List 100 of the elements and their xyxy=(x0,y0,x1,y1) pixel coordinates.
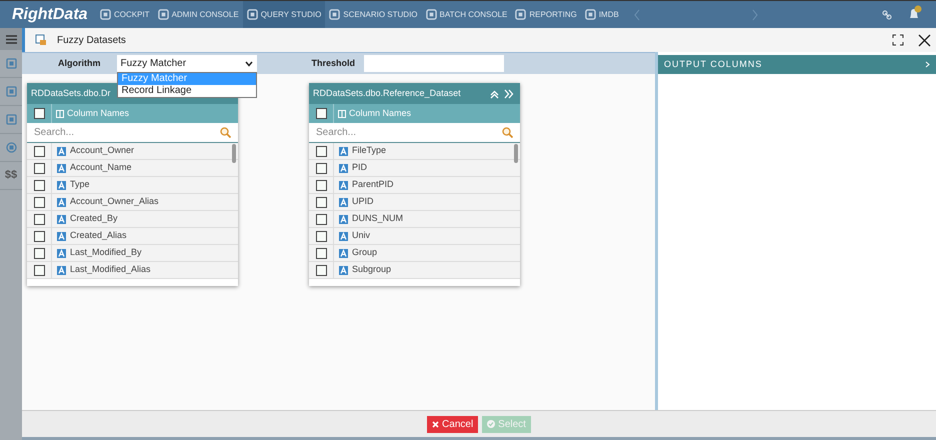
column-row[interactable]: Last_Modified_Alias xyxy=(27,262,238,279)
nav-tab[interactable]: ADMIN CONSOLE xyxy=(154,1,243,28)
string-type-icon xyxy=(57,214,66,224)
column-row[interactable]: PID xyxy=(309,160,520,177)
checkbox[interactable] xyxy=(316,146,326,156)
panel-title: RDDataSets.dbo.Reference_Dataset xyxy=(313,86,461,100)
close-icon[interactable] xyxy=(918,34,931,46)
output-title: OUTPUT COLUMNS xyxy=(664,58,762,71)
columns-icon xyxy=(56,110,64,118)
cancel-button[interactable]: Cancel xyxy=(427,416,478,432)
string-type-icon xyxy=(339,214,348,224)
checkbox[interactable] xyxy=(316,108,326,119)
bell-icon[interactable] xyxy=(908,4,922,20)
checkbox[interactable] xyxy=(34,230,44,242)
menu-button[interactable] xyxy=(0,28,22,50)
algorithm-select[interactable]: Fuzzy Matcher xyxy=(116,55,256,72)
column-name: DUNS_NUM xyxy=(352,212,404,226)
threshold-label: Threshold xyxy=(312,56,356,70)
expand-icons[interactable] xyxy=(490,88,516,98)
nav-icon xyxy=(100,9,111,20)
checkbox[interactable] xyxy=(34,214,44,224)
algorithm-label: Algorithm xyxy=(58,56,100,70)
column-row[interactable]: Univ xyxy=(309,228,520,245)
column-row[interactable]: Account_Name xyxy=(27,160,238,177)
string-type-icon xyxy=(57,248,66,258)
column-name: Last_Modified_By xyxy=(70,246,142,260)
column-name: Group xyxy=(352,246,378,260)
checkbox[interactable] xyxy=(316,214,326,224)
column-row[interactable]: Last_Modified_By xyxy=(27,245,238,262)
nav-tab[interactable]: QUERY STUDIO xyxy=(242,1,326,28)
link-icon[interactable] xyxy=(882,10,892,20)
string-type-icon xyxy=(339,248,348,258)
checkbox[interactable] xyxy=(316,264,326,276)
column-header-label: Column Names xyxy=(67,106,130,120)
column-name: Last_Modified_Alias xyxy=(70,263,151,276)
column-row[interactable]: UPID xyxy=(309,194,520,211)
column-row[interactable]: Group xyxy=(309,245,520,262)
column-row[interactable]: Account_Owner_Alias xyxy=(27,194,238,211)
checkbox[interactable] xyxy=(34,180,44,190)
nav-tab[interactable]: BATCH CONSOLE xyxy=(422,1,512,28)
checkbox[interactable] xyxy=(34,196,44,208)
scrollbar-thumb[interactable] xyxy=(232,144,236,163)
string-type-icon xyxy=(339,164,348,172)
column-name: FileType xyxy=(352,144,386,158)
string-type-icon xyxy=(57,164,66,172)
column-name: Created_By xyxy=(70,212,118,226)
columns-icon xyxy=(338,110,346,118)
column-row[interactable]: ParentPID xyxy=(309,177,520,194)
checkbox[interactable] xyxy=(316,248,326,258)
dataset-icon xyxy=(35,34,47,46)
search-field[interactable]: Search... xyxy=(34,125,184,140)
nav-tab[interactable]: IMDB xyxy=(580,1,623,28)
nav-icon xyxy=(426,9,437,20)
nav-icon xyxy=(515,9,526,20)
string-type-icon xyxy=(57,198,66,206)
column-row[interactable]: Created_Alias xyxy=(27,228,238,245)
string-type-icon xyxy=(339,232,348,240)
fullscreen-icon[interactable] xyxy=(892,34,904,46)
search-field[interactable]: Search... xyxy=(316,125,466,140)
search-icon[interactable] xyxy=(502,127,513,138)
nav-tab[interactable]: SCENARIO STUDIO xyxy=(325,1,422,28)
column-name: Type xyxy=(70,178,90,192)
column-name: Subgroup xyxy=(352,263,392,276)
column-name: ParentPID xyxy=(352,178,394,192)
column-row[interactable]: Created_By xyxy=(27,211,238,228)
column-row[interactable]: Type xyxy=(27,177,238,194)
checkbox[interactable] xyxy=(316,162,326,174)
column-row[interactable]: FileType xyxy=(309,143,520,160)
menu-icon xyxy=(6,34,16,44)
dropdown-option[interactable]: Record Linkage xyxy=(118,85,256,97)
chevron-down-icon xyxy=(244,60,252,66)
checkbox[interactable] xyxy=(34,248,44,258)
string-type-icon xyxy=(57,180,66,190)
nav-tab[interactable]: REPORTING xyxy=(511,1,581,28)
checkbox[interactable] xyxy=(34,108,44,119)
string-type-icon xyxy=(339,180,348,190)
checkbox[interactable] xyxy=(34,264,44,276)
string-type-icon xyxy=(339,198,348,206)
column-name: Created_Alias xyxy=(70,229,127,242)
string-type-icon xyxy=(339,266,348,274)
nav-icon xyxy=(329,9,340,20)
search-icon[interactable] xyxy=(220,127,231,138)
nav-icon xyxy=(584,9,596,20)
checkbox[interactable] xyxy=(316,180,326,190)
nav-tab[interactable]: COCKPIT xyxy=(96,1,154,28)
close-icon xyxy=(432,420,440,428)
column-row[interactable]: Subgroup xyxy=(309,262,520,279)
panel-title: RDDataSets.dbo.Dr xyxy=(31,86,111,100)
logo[interactable]: RightData xyxy=(0,2,96,26)
checkbox[interactable] xyxy=(316,196,326,208)
nav-icon xyxy=(158,9,169,20)
checkbox[interactable] xyxy=(34,146,44,156)
checkbox[interactable] xyxy=(34,162,44,174)
nav-icon xyxy=(246,9,258,20)
column-row[interactable]: Account_Owner xyxy=(27,143,238,160)
threshold-field[interactable] xyxy=(364,55,504,72)
scrollbar-thumb[interactable] xyxy=(514,144,518,163)
column-name: Univ xyxy=(352,229,370,242)
column-row[interactable]: DUNS_NUM xyxy=(309,211,520,228)
checkbox[interactable] xyxy=(316,230,326,242)
